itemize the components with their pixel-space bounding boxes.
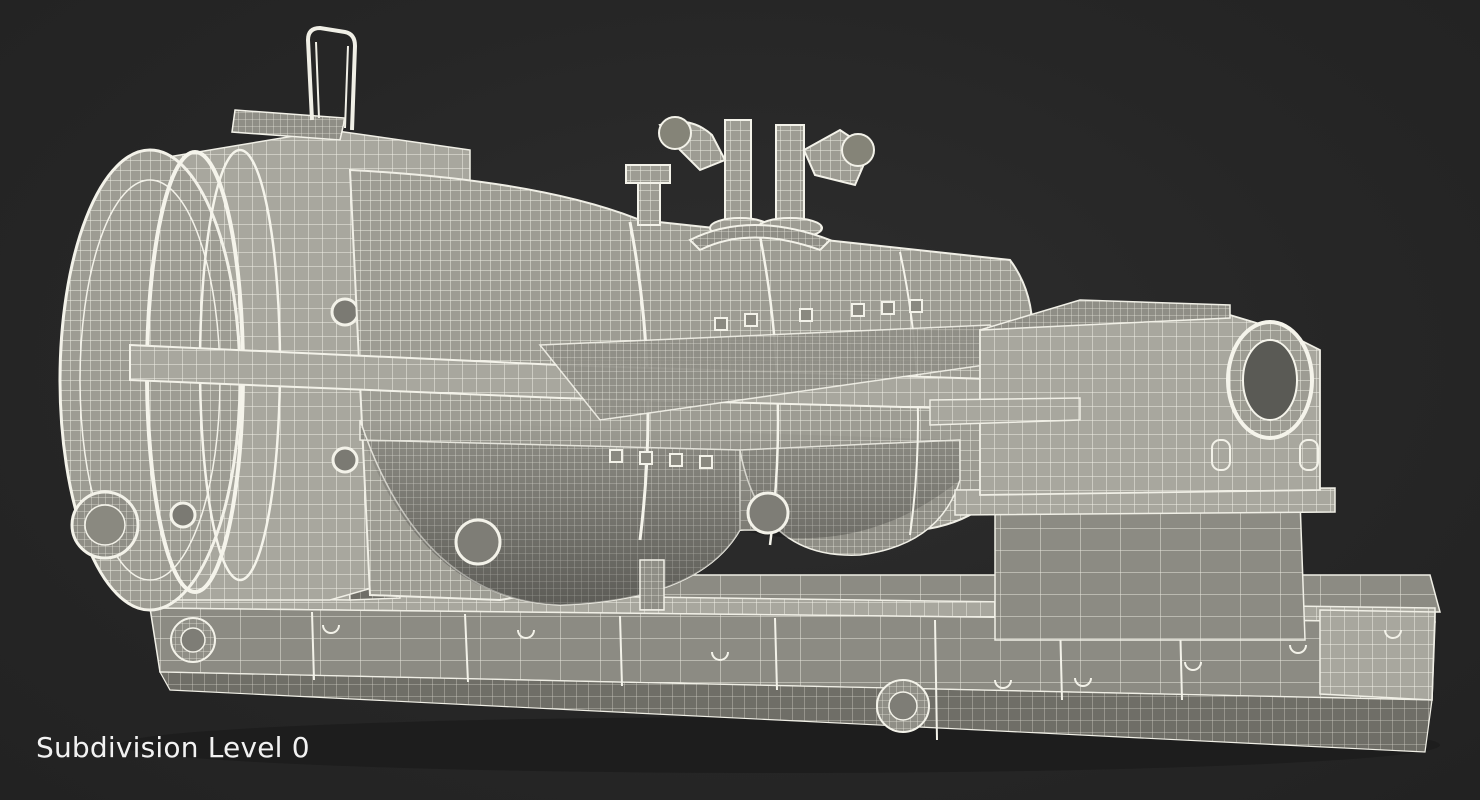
render-viewport: Subdivision Level 0: [0, 0, 1480, 800]
junction-box-center: [876, 679, 930, 733]
subdivision-caption: Subdivision Level 0: [36, 731, 310, 764]
turbine-wireframe-render: [58, 25, 1441, 773]
top-handrail: [305, 25, 358, 131]
access-port: [70, 490, 140, 560]
junction-box-left: [170, 617, 216, 663]
